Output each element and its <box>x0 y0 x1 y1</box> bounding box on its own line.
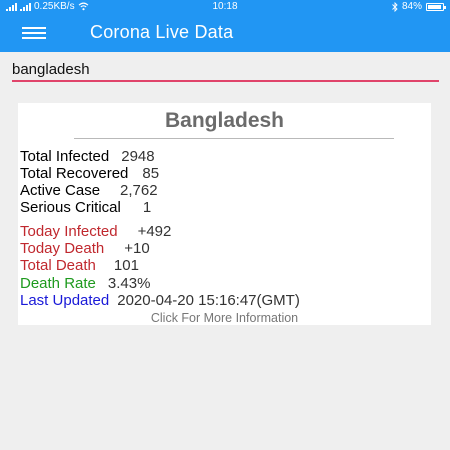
country-stats-card: Bangladesh Total Infected 2948 Total Reco… <box>18 103 431 325</box>
stat-value: 2020-04-20 15:16:47(GMT) <box>117 292 300 309</box>
status-right: 84% <box>392 0 446 13</box>
status-time: 10:18 <box>212 1 238 12</box>
battery-fill <box>428 4 442 9</box>
stat-value: 101 <box>113 257 139 274</box>
stat-value: 3.43% <box>107 275 151 292</box>
stat-row-today-death: Today Death +10 <box>20 240 150 257</box>
battery-percent: 84% <box>401 1 422 12</box>
stat-row-last-updated: Last Updated 2020-04-20 15:16:47(GMT) <box>20 292 300 309</box>
stat-label: Today Death <box>20 240 105 257</box>
status-bar: 0.25KB/s 10:18 84% <box>0 0 450 13</box>
stat-label: Today Infected <box>20 223 118 240</box>
search-field-wrapper <box>12 58 439 82</box>
stat-value: 2948 <box>121 148 155 165</box>
stat-row-total-infected: Total Infected 2948 <box>20 148 155 165</box>
search-input[interactable] <box>12 58 439 80</box>
stat-value: +10 <box>124 240 150 257</box>
stat-label: Total Infected <box>20 148 110 165</box>
stat-row-total-death: Total Death 101 <box>20 257 139 274</box>
stat-row-serious-critical: Serious Critical 1 <box>20 199 151 216</box>
stat-row-death-rate: Death Rate 3.43% <box>20 275 150 292</box>
stat-value: +492 <box>137 223 172 240</box>
stat-value: 1 <box>142 199 152 216</box>
stat-label: Serious Critical <box>20 199 121 216</box>
bluetooth-icon <box>392 1 398 12</box>
stat-value: 85 <box>142 165 160 182</box>
stat-row-total-recovered: Total Recovered 85 <box>20 165 159 182</box>
stat-label: Death Rate <box>20 275 96 292</box>
app-title: Corona Live Data <box>90 22 234 42</box>
stat-row-active-case: Active Case 2,762 <box>20 182 158 199</box>
stat-label: Total Recovered <box>20 165 129 182</box>
stat-label: Last Updated <box>20 292 110 309</box>
more-info-link[interactable]: Click For More Information <box>18 311 431 325</box>
stat-label: Total Death <box>20 257 96 274</box>
country-title: Bangladesh <box>164 109 285 132</box>
app-bar: Corona Live Data <box>0 13 450 52</box>
battery-icon <box>426 2 446 11</box>
hamburger-menu-icon[interactable] <box>22 25 46 41</box>
stat-row-today-infected: Today Infected +492 <box>20 223 171 240</box>
stat-label: Active Case <box>20 182 101 199</box>
divider <box>74 138 394 139</box>
stat-value: 2,762 <box>120 182 158 199</box>
